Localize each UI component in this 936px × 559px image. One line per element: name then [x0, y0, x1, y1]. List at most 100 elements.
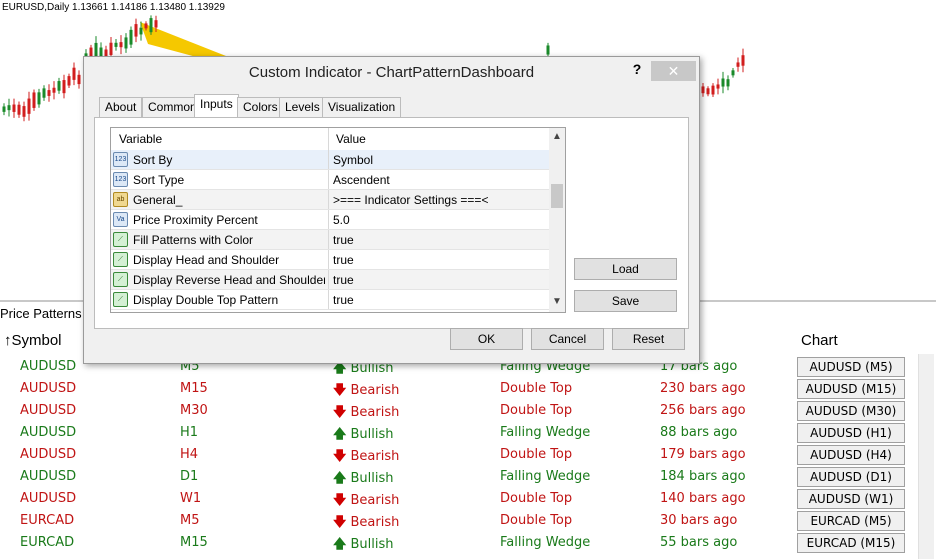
row-symbol: AUDUSD — [20, 403, 77, 418]
open-chart-button[interactable]: AUDUSD (H1) — [797, 423, 905, 443]
input-variable: Display Head and Shoulder — [133, 253, 280, 267]
input-value[interactable]: Ascendent — [333, 173, 390, 187]
inputs-grid[interactable]: Variable Value 123 Sort By Symbol 123 Sort T… — [110, 127, 566, 313]
candle-body — [67, 76, 71, 86]
help-button[interactable]: ? — [630, 61, 644, 77]
open-chart-button[interactable]: AUDUSD (M5) — [797, 357, 905, 377]
dashboard-scrollbar[interactable] — [918, 354, 934, 559]
input-value[interactable]: 5.0 — [333, 213, 350, 227]
tab-about[interactable]: About — [99, 97, 143, 117]
row-symbol: AUDUSD — [20, 381, 77, 396]
grid-scrollbar[interactable]: ▲ ▼ — [549, 128, 565, 312]
dialog-title: Custom Indicator - ChartPatternDashboard — [248, 64, 535, 81]
scroll-up-icon[interactable]: ▲ — [552, 131, 562, 142]
symbol-header[interactable]: ↑Symbol — [4, 332, 62, 349]
table-row: EURCAD M15 🡅 Bullish Falling Wedge 55 bars a… — [0, 532, 936, 554]
input-value[interactable]: true — [333, 233, 354, 247]
column-separator — [328, 128, 329, 150]
close-button[interactable]: ✕ — [651, 61, 696, 81]
input-row[interactable]: 123 Sort By Symbol — [111, 150, 549, 170]
input-variable: Display Reverse Head and Shoulder P... — [133, 273, 325, 287]
candle-body — [546, 45, 550, 55]
row-direction: Bearish — [350, 515, 400, 530]
row-direction: Bearish — [350, 383, 400, 398]
column-separator — [328, 230, 329, 249]
open-chart-button[interactable]: AUDUSD (H4) — [797, 445, 905, 465]
input-row[interactable]: ⟋ Display Head and Shoulder true — [111, 250, 549, 270]
input-value[interactable]: true — [333, 273, 354, 287]
column-separator — [328, 210, 329, 229]
column-separator — [328, 290, 329, 309]
candle-body — [37, 92, 41, 105]
row-timeframe: H1 — [180, 425, 199, 440]
input-variable: General_ — [133, 193, 183, 207]
open-chart-button[interactable]: AUDUSD (W1) — [797, 489, 905, 509]
input-value[interactable]: >=== Indicator Settings ===< — [333, 193, 488, 207]
input-row[interactable]: 123 Sort Type Ascendent — [111, 170, 549, 190]
candle-body — [149, 18, 153, 33]
input-row[interactable]: ⟋ Display Double Top Pattern true — [111, 290, 549, 310]
open-chart-button[interactable]: EURCAD (M5) — [797, 511, 905, 531]
down-arrow-icon: 🡇 — [333, 383, 347, 398]
up-arrow-icon: 🡅 — [333, 427, 347, 442]
row-direction: Bullish — [350, 427, 394, 442]
row-symbol: AUDUSD — [20, 425, 77, 440]
candle-body — [12, 104, 16, 112]
save-button[interactable]: Save — [574, 290, 677, 312]
column-separator — [328, 190, 329, 209]
candle-body — [109, 42, 113, 55]
open-chart-button[interactable]: AUDUSD (M30) — [797, 401, 905, 421]
column-separator — [328, 150, 329, 169]
grid-header: Variable Value — [111, 128, 549, 150]
input-value[interactable]: Symbol — [333, 153, 373, 167]
candle-body — [17, 104, 21, 115]
row-pattern: Double Top — [500, 491, 573, 506]
tab-colors[interactable]: Colors — [237, 97, 284, 117]
load-button[interactable]: Load — [574, 258, 677, 280]
ok-button[interactable]: OK — [450, 328, 523, 350]
row-timeframe: M15 — [180, 535, 208, 550]
row-direction: Bullish — [350, 537, 394, 552]
symbol-header-label: Symbol — [11, 332, 62, 349]
row-timeframe: M5 — [180, 513, 200, 528]
boolean-icon: ⟋ — [113, 232, 128, 247]
column-separator — [328, 170, 329, 189]
row-age: 55 bars ago — [660, 535, 738, 550]
candle-body — [726, 79, 730, 87]
input-row[interactable]: ab General_ >=== Indicator Settings ===< — [111, 190, 549, 210]
input-row[interactable]: ⟋ Display Reverse Head and Shoulder P... t… — [111, 270, 549, 290]
open-chart-button[interactable]: AUDUSD (M15) — [797, 379, 905, 399]
open-chart-button[interactable]: EURCAD (M15) — [797, 533, 905, 553]
candle-body — [22, 106, 26, 117]
candle-body — [72, 67, 76, 80]
cancel-button[interactable]: Cancel — [531, 328, 604, 350]
table-row: AUDUSD H1 🡅 Bullish Falling Wedge 88 bars ag… — [0, 422, 936, 444]
input-row[interactable]: ⟋ Fill Patterns with Color true — [111, 230, 549, 250]
candle-body — [27, 98, 31, 114]
candle-body — [57, 81, 61, 91]
row-pattern: Falling Wedge — [500, 425, 591, 440]
string-icon: ab — [113, 192, 128, 207]
grid-scroll-thumb[interactable] — [551, 184, 563, 208]
candle-body — [119, 42, 123, 48]
scroll-down-icon[interactable]: ▼ — [552, 296, 562, 307]
chart-symbol-label: EURUSD,Daily 1.13661 1.14186 1.13480 1.1… — [2, 2, 225, 13]
tab-visualization[interactable]: Visualization — [322, 97, 402, 117]
candle-body — [129, 29, 133, 45]
up-arrow-icon: 🡅 — [333, 471, 347, 486]
input-value[interactable]: true — [333, 293, 354, 307]
candle-body — [144, 23, 148, 29]
row-timeframe: M30 — [180, 403, 208, 418]
input-row[interactable]: Va Price Proximity Percent 5.0 — [111, 210, 549, 230]
row-symbol: AUDUSD — [20, 469, 77, 484]
reset-button[interactable]: Reset — [612, 328, 685, 350]
table-row: AUDUSD M30 🡇 Bearish Double Top 256 bars ago… — [0, 400, 936, 422]
tab-inputs[interactable]: Inputs — [194, 94, 239, 118]
down-arrow-icon: 🡇 — [333, 405, 347, 420]
input-value[interactable]: true — [333, 253, 354, 267]
input-variable: Display Double Top Pattern — [133, 293, 279, 307]
open-chart-button[interactable]: AUDUSD (D1) — [797, 467, 905, 487]
tab-levels[interactable]: Levels — [279, 97, 326, 117]
row-timeframe: M15 — [180, 381, 208, 396]
row-pattern: Double Top — [500, 403, 573, 418]
